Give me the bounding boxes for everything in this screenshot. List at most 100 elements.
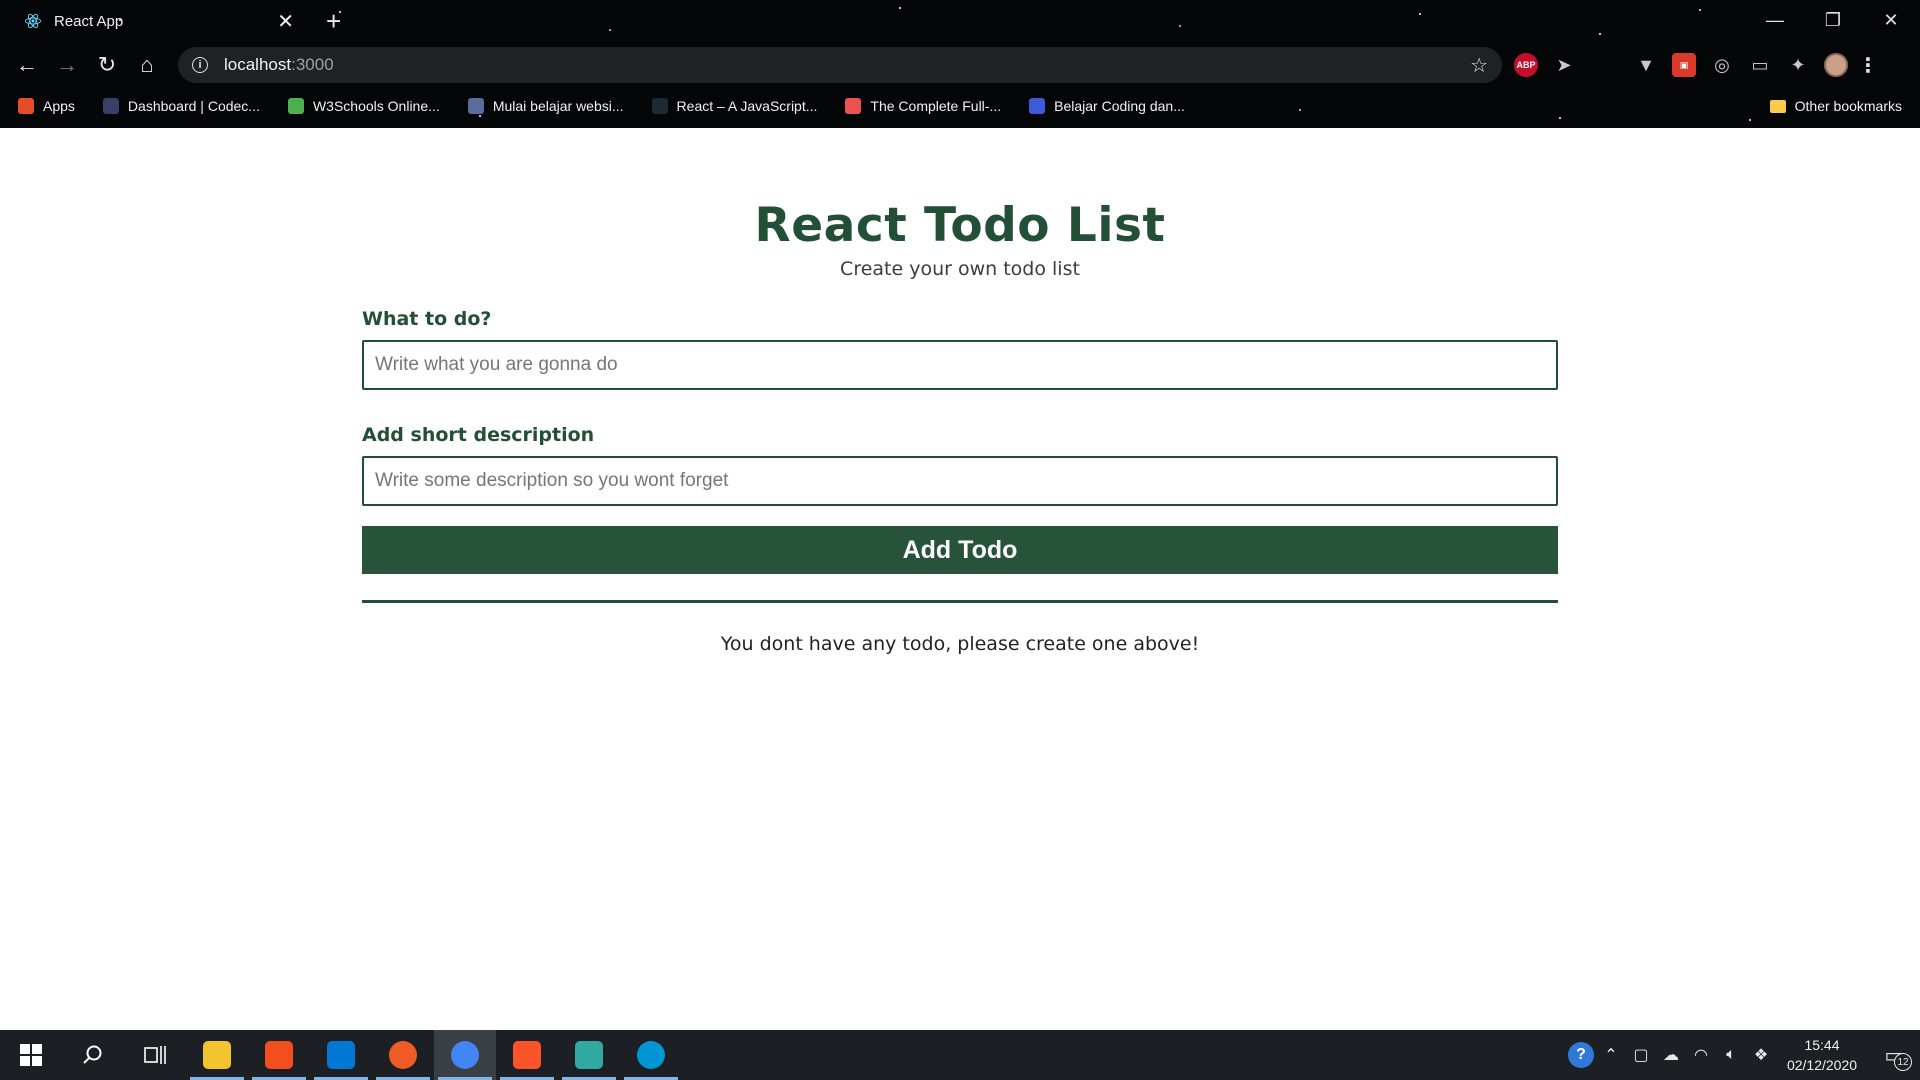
- git-kraken-icon-glyph: [575, 1041, 603, 1069]
- bookmark-label: W3Schools Online...: [312, 98, 440, 114]
- bookmark-label: React – A JavaScript...: [676, 98, 818, 114]
- reload-icon[interactable]: ↻: [87, 45, 127, 85]
- figma-icon-glyph: [265, 1041, 293, 1069]
- site-info-icon[interactable]: i: [192, 57, 208, 73]
- chrome-icon[interactable]: [434, 1030, 496, 1080]
- bookmarks-bar: Apps Dashboard | Codec... W3Schools Online…: [0, 92, 1920, 120]
- profile-avatar[interactable]: [1824, 53, 1848, 77]
- todo-input[interactable]: [362, 340, 1558, 390]
- forward-arrow-icon[interactable]: →: [47, 45, 87, 85]
- wifi-icon[interactable]: ◠: [1686, 1030, 1716, 1080]
- browser-tab[interactable]: React App ✕: [10, 0, 308, 42]
- restore-icon[interactable]: ❐: [1804, 0, 1862, 40]
- bookmark-label: Mulai belajar websi...: [492, 98, 624, 114]
- onedrive-cloud-icon[interactable]: ☁: [1656, 1030, 1686, 1080]
- minimize-icon[interactable]: —: [1746, 0, 1804, 40]
- clock[interactable]: 15:44 02/12/2020: [1776, 1035, 1868, 1075]
- adblock-plus-icon[interactable]: ABP: [1514, 53, 1538, 77]
- chevron-up-icon[interactable]: ⌃: [1596, 1030, 1626, 1080]
- react-favicon-icon: [25, 13, 41, 29]
- bookmark-item[interactable]: React – A JavaScript...: [651, 98, 818, 114]
- bookmark-item[interactable]: Apps: [18, 98, 75, 114]
- window-controls: — ❐ ✕: [1746, 0, 1920, 40]
- figma-icon[interactable]: [248, 1030, 310, 1080]
- bookmark-item[interactable]: W3Schools Online...: [287, 98, 440, 114]
- bookmark-item[interactable]: The Complete Full-...: [845, 98, 1001, 114]
- brave-icon[interactable]: [496, 1030, 558, 1080]
- w3schools-icon: [287, 98, 304, 114]
- udemy-icon: [845, 98, 862, 114]
- vscode-icon[interactable]: [310, 1030, 372, 1080]
- bookmark-star-icon[interactable]: ☆: [1470, 53, 1488, 78]
- paper-plane-icon[interactable]: ➤: [1552, 53, 1576, 77]
- home-icon[interactable]: ⌂: [127, 45, 167, 85]
- start-windows-icon[interactable]: [0, 1030, 62, 1080]
- site-icon: [467, 98, 484, 114]
- app-page: React Todo List Create your own todo lis…: [0, 128, 1920, 1030]
- help-icon[interactable]: ?: [1566, 1030, 1596, 1080]
- bookmark-item[interactable]: Belajar Coding dan...: [1029, 98, 1185, 114]
- blue-circle-icon: [1029, 98, 1046, 114]
- git-kraken-icon[interactable]: [558, 1030, 620, 1080]
- folder-icon: [1769, 99, 1786, 113]
- page-title: React Todo List: [754, 198, 1166, 253]
- browser-menu-icon[interactable]: ⋮: [1858, 53, 1878, 77]
- vue-devtools-icon[interactable]: ▼: [1634, 53, 1658, 77]
- browser-chrome: React App ✕ + — ❐ ✕ ← → ↻ ⌂ i localhost …: [0, 0, 1920, 128]
- task-view-icon[interactable]: [124, 1030, 186, 1080]
- bookmark-item[interactable]: Dashboard | Codec...: [102, 98, 260, 114]
- add-todo-button[interactable]: Add Todo: [362, 526, 1558, 574]
- tab-title: React App: [54, 12, 124, 30]
- windows-logo-icon: [20, 1044, 42, 1066]
- hp-icon-glyph: [637, 1041, 665, 1069]
- search-icon[interactable]: [62, 1030, 124, 1080]
- vscode-icon-glyph: [327, 1041, 355, 1069]
- bookmark-label: The Complete Full-...: [870, 98, 1002, 114]
- todo-label: What to do?: [362, 308, 492, 330]
- url-host: localhost: [224, 55, 292, 74]
- hp-icon[interactable]: [620, 1030, 682, 1080]
- clock-time: 15:44: [1804, 1037, 1840, 1053]
- windows-taskbar: ? ⌃ ▢ ☁ ◠ 🔈︎ ❖ 15:44 02/12/2020 ▭ 12: [0, 1030, 1920, 1080]
- file-explorer-icon[interactable]: [186, 1030, 248, 1080]
- notification-center-icon[interactable]: ▭ 12: [1868, 1030, 1920, 1080]
- task-view-glyph-icon: [144, 1046, 166, 1064]
- description-input[interactable]: [362, 456, 1558, 506]
- extensions-row: ABP ➤ ▼ ▣ ◎ ▭ ✦ ⋮: [1514, 44, 1878, 86]
- url-port: :3000: [291, 55, 334, 74]
- tab-close-icon[interactable]: ✕: [277, 9, 294, 34]
- bookmark-label: Dashboard | Codec...: [127, 98, 260, 114]
- magnifier-icon: [83, 1045, 102, 1064]
- description-label: Add short description: [362, 424, 595, 446]
- toolbox-extension-icon[interactable]: ▣: [1672, 53, 1696, 77]
- meet-now-icon[interactable]: ▢: [1626, 1030, 1656, 1080]
- dropbox-icon[interactable]: ❖: [1746, 1030, 1776, 1080]
- postman-icon-glyph: [389, 1041, 417, 1069]
- bookmark-label: Belajar Coding dan...: [1054, 98, 1185, 114]
- bookmark-item[interactable]: Mulai belajar websi...: [467, 98, 624, 114]
- address-bar[interactable]: i localhost :3000 ☆: [178, 47, 1502, 83]
- description-group: Add short description: [362, 424, 1558, 506]
- browser-toolbar: ← → ↻ ⌂ i localhost :3000 ☆ ABP ➤ ▼ ▣ ◎ …: [0, 44, 1920, 86]
- bookmark-label: Apps: [43, 98, 75, 114]
- other-bookmarks-folder[interactable]: Other bookmarks: [1769, 98, 1902, 114]
- volume-icon[interactable]: 🔈︎: [1716, 1030, 1746, 1080]
- close-window-icon[interactable]: ✕: [1862, 0, 1920, 40]
- new-tab-icon[interactable]: +: [326, 6, 341, 37]
- divider: [362, 600, 1558, 603]
- chat-extension-icon[interactable]: ▭: [1748, 53, 1772, 77]
- target-extension-icon[interactable]: ◎: [1710, 53, 1734, 77]
- pinned-apps: [186, 1030, 682, 1080]
- todo-form: What to do? Add short description Add To…: [362, 308, 1558, 655]
- react-icon: [651, 98, 668, 114]
- empty-todo-message: You dont have any todo, please create on…: [720, 633, 1200, 655]
- extensions-puzzle-icon[interactable]: ✦: [1786, 53, 1810, 77]
- clock-date: 02/12/2020: [1786, 1057, 1858, 1073]
- other-bookmarks-label: Other bookmarks: [1794, 98, 1902, 114]
- postman-icon[interactable]: [372, 1030, 434, 1080]
- apps-grid-icon: [18, 98, 34, 114]
- brave-icon-glyph: [513, 1041, 541, 1069]
- page-subtitle: Create your own todo list: [840, 258, 1080, 280]
- back-arrow-icon[interactable]: ←: [7, 45, 47, 85]
- system-tray: ? ⌃ ▢ ☁ ◠ 🔈︎ ❖ 15:44 02/12/2020 ▭ 12: [1566, 1030, 1920, 1080]
